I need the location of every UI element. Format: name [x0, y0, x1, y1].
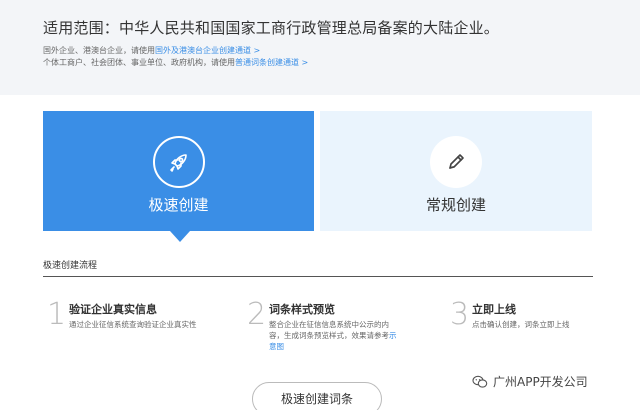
- scope-title: 适用范围：中华人民共和国国家工商行政管理总局备案的大陆企业。: [43, 19, 500, 37]
- step-title: 立即上线: [472, 303, 516, 316]
- fast-create-card[interactable]: 极速创建: [43, 111, 314, 231]
- regular-create-card[interactable]: 常规创建: [320, 111, 592, 231]
- watermark: 广州APP开发公司: [472, 373, 588, 390]
- step-description: 通过企业征信系统查询验证企业真实性: [69, 320, 197, 329]
- step-number: 3: [450, 297, 470, 332]
- step-description: 点击确认创建，词条立即上线: [472, 320, 570, 329]
- step-title: 验证企业真实信息: [69, 303, 157, 316]
- watermark-text: 广州APP开发公司: [493, 375, 588, 389]
- step-description-text: 整合企业在征信信息系统中公示的内容，生成词条预览样式，效果请参考: [269, 320, 389, 340]
- step-number: 1: [47, 297, 67, 332]
- step-title: 词条样式预览: [269, 303, 335, 316]
- scope-banner: 适用范围：中华人民共和国国家工商行政管理总局备案的大陆企业。 国外企业、港澳台企…: [0, 0, 640, 95]
- foreign-enterprise-note: 国外企业、港澳台企业，请使用国外及港澳台企业创建通道 >: [43, 45, 260, 56]
- flow-divider: [43, 276, 593, 277]
- pencil-icon-circle: [430, 136, 482, 188]
- normal-channel-link[interactable]: 普通词条创建通道 >: [235, 58, 308, 67]
- step-number: 2: [247, 297, 267, 332]
- foreign-channel-link[interactable]: 国外及港澳台企业创建通道 >: [155, 46, 260, 55]
- individual-business-note: 个体工商户、社会团体、事业单位、政府机构，请使用普通词条创建通道 >: [43, 57, 308, 68]
- step-description: 整合企业在征信信息系统中公示的内容，生成词条预览样式，效果请参考示意图: [269, 319, 399, 352]
- selected-card-pointer: [170, 231, 190, 242]
- pencil-icon: [449, 154, 464, 169]
- fast-create-label: 极速创建: [148, 196, 209, 214]
- rocket-icon: [169, 154, 187, 172]
- wechat-icon: [472, 375, 488, 388]
- individual-note-text: 个体工商户、社会团体、事业单位、政府机构，请使用: [43, 58, 235, 67]
- foreign-note-text: 国外企业、港澳台企业，请使用: [43, 46, 155, 55]
- rocket-icon-circle: [152, 136, 205, 188]
- fast-create-entry-button[interactable]: 极速创建词条: [252, 382, 382, 410]
- regular-create-label: 常规创建: [425, 196, 486, 214]
- flow-title: 极速创建流程: [43, 261, 98, 271]
